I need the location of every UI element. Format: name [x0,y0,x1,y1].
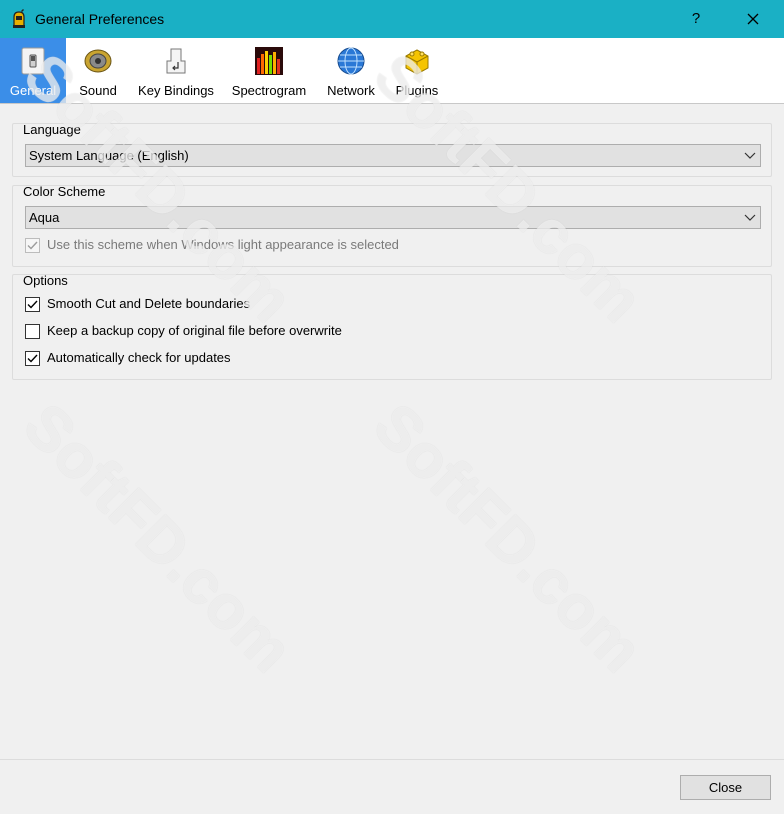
color-scheme-select-value: Aqua [29,210,60,225]
watermark: SoftFD.com [360,390,656,686]
dialog-footer: Close [0,759,784,814]
window-title: General Preferences [35,11,165,27]
checkmark-icon [27,300,38,309]
color-scheme-group: Color Scheme Aqua Use this scheme when W… [12,184,772,267]
tab-sound-label: Sound [79,83,117,98]
spectrogram-icon [254,46,284,76]
tab-general-label: General [9,83,57,98]
title-bar: General Preferences ? [0,0,784,38]
language-group-title: Language [23,122,81,137]
help-button[interactable]: ? [686,8,706,30]
speaker-icon [83,46,113,76]
backup-copy-label: Keep a backup copy of original file befo… [47,323,342,338]
language-group: Language System Language (English) [12,122,772,177]
check-updates-label: Automatically check for updates [47,350,231,365]
tab-network[interactable]: Network [320,38,382,103]
check-updates-checkbox[interactable] [25,351,40,366]
preferences-tab-bar: General Sound Key Bindings Spectrogram N… [0,38,784,104]
light-appearance-checkbox[interactable] [25,238,40,253]
language-select-value: System Language (English) [29,148,189,163]
watermark: SoftFD.com [10,390,306,686]
tab-key-bindings-label: Key Bindings [138,83,214,98]
backup-copy-checkbox[interactable] [25,324,40,339]
switch-icon [18,46,48,76]
key-icon [161,46,191,76]
chevron-down-icon [744,152,756,159]
smooth-cut-label: Smooth Cut and Delete boundaries [47,296,251,311]
chevron-down-icon [744,214,756,221]
tab-sound[interactable]: Sound [70,38,126,103]
tab-network-label: Network [327,83,375,98]
plugin-icon [402,46,432,76]
options-group: Options Smooth Cut and Delete boundaries… [12,273,772,380]
tab-spectrogram-label: Spectrogram [231,83,307,98]
color-scheme-group-title: Color Scheme [23,184,106,199]
options-group-title: Options [23,273,68,288]
checkmark-icon [27,354,38,363]
close-button[interactable]: Close [680,775,771,800]
close-icon [747,13,759,25]
tab-plugins-label: Plugins [395,83,439,98]
tab-spectrogram[interactable]: Spectrogram [226,38,312,103]
language-select[interactable]: System Language (English) [25,144,761,167]
tab-plugins[interactable]: Plugins [390,38,444,103]
app-logo-icon [10,9,28,29]
tab-general[interactable]: General [0,38,66,103]
checkmark-icon [27,241,38,250]
window-close-button[interactable] [740,7,766,31]
globe-icon [336,46,366,76]
color-scheme-select[interactable]: Aqua [25,206,761,229]
light-appearance-label: Use this scheme when Windows light appea… [47,237,399,252]
smooth-cut-checkbox[interactable] [25,297,40,312]
tab-key-bindings[interactable]: Key Bindings [134,38,218,103]
